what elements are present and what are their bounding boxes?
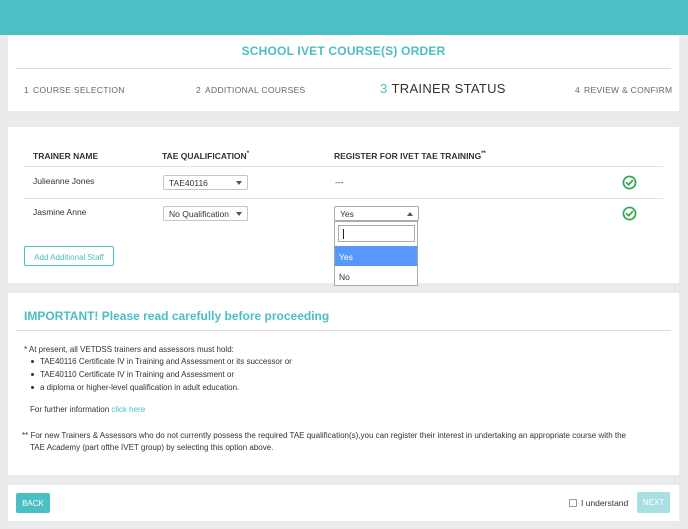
header-trainer-name: TRAINER NAME — [33, 151, 99, 161]
dropdown-option-no[interactable]: No — [335, 266, 417, 286]
check-circle-icon — [622, 206, 637, 221]
tae-qualification-select[interactable]: No Qualification — [163, 206, 248, 221]
back-button[interactable]: BACK — [16, 493, 50, 513]
i-understand-label[interactable]: I understand — [581, 498, 628, 508]
further-info: For further information click here — [30, 405, 146, 414]
requirement-item: a diploma or higher-level qualification … — [30, 383, 240, 392]
click-here-link[interactable]: click here — [111, 405, 145, 414]
important-card: IMPORTANT! Please read carefully before … — [8, 293, 679, 475]
table-divider — [24, 198, 663, 199]
tae-qualification-select[interactable]: TAE40116 — [163, 175, 248, 190]
step-additional-courses: 2 ADDITIONAL COURSES — [196, 85, 306, 95]
header-tae-qualification: TAE QUALIFICATION* — [162, 151, 250, 161]
footnote-text-cont: TAE Academy (part ofthe IVET group) by s… — [30, 443, 274, 452]
chevron-down-icon — [236, 181, 242, 185]
important-title: IMPORTANT! Please read carefully before … — [24, 309, 330, 323]
dropdown-option-yes[interactable]: Yes — [335, 246, 417, 266]
footer-card: BACK I understand NEXT — [8, 485, 679, 521]
page-title: SCHOOL IVET COURSE(S) ORDER — [241, 44, 446, 58]
register-ivet-select[interactable]: Yes — [334, 206, 419, 221]
table-divider — [24, 166, 663, 167]
header-register-ivet: REGISTER FOR IVET TAE TRAINING** — [334, 151, 486, 161]
title-divider — [16, 68, 671, 69]
footnote-text: ** For new Trainers & Assessors who do n… — [22, 431, 627, 440]
chevron-down-icon — [236, 212, 242, 216]
register-dropdown: Yes No — [334, 221, 418, 286]
next-button[interactable]: NEXT — [637, 492, 670, 513]
add-additional-staff-button[interactable]: Add Additional Staff — [24, 246, 114, 266]
requirement-item: TAE40110 Certificate IV in Training and … — [30, 370, 235, 379]
chevron-up-icon — [407, 212, 413, 216]
important-divider — [16, 330, 671, 331]
step-course-selection: 1 COURSE SELECTION — [24, 85, 125, 95]
stepper-card: SCHOOL IVET COURSE(S) ORDER 1 COURSE SELE… — [8, 35, 679, 111]
check-circle-icon — [622, 175, 637, 190]
top-banner — [0, 0, 688, 35]
requirements-intro: * At present, all VETDSS trainers and as… — [24, 345, 234, 354]
step-trainer-status: 3 TRAINER STATUS — [380, 81, 506, 96]
step-review-confirm: 4 REVIEW & CONFIRM — [575, 85, 673, 95]
register-value: --- — [335, 177, 344, 187]
dropdown-search-input[interactable] — [338, 225, 415, 242]
requirement-item: TAE40116 Certificate IV in Training and … — [31, 357, 292, 366]
i-understand-checkbox[interactable] — [569, 499, 577, 507]
trainer-name: Jasmine Anne — [33, 207, 87, 217]
text-caret — [343, 229, 344, 239]
trainer-name: Julieanne Jones — [33, 176, 95, 186]
